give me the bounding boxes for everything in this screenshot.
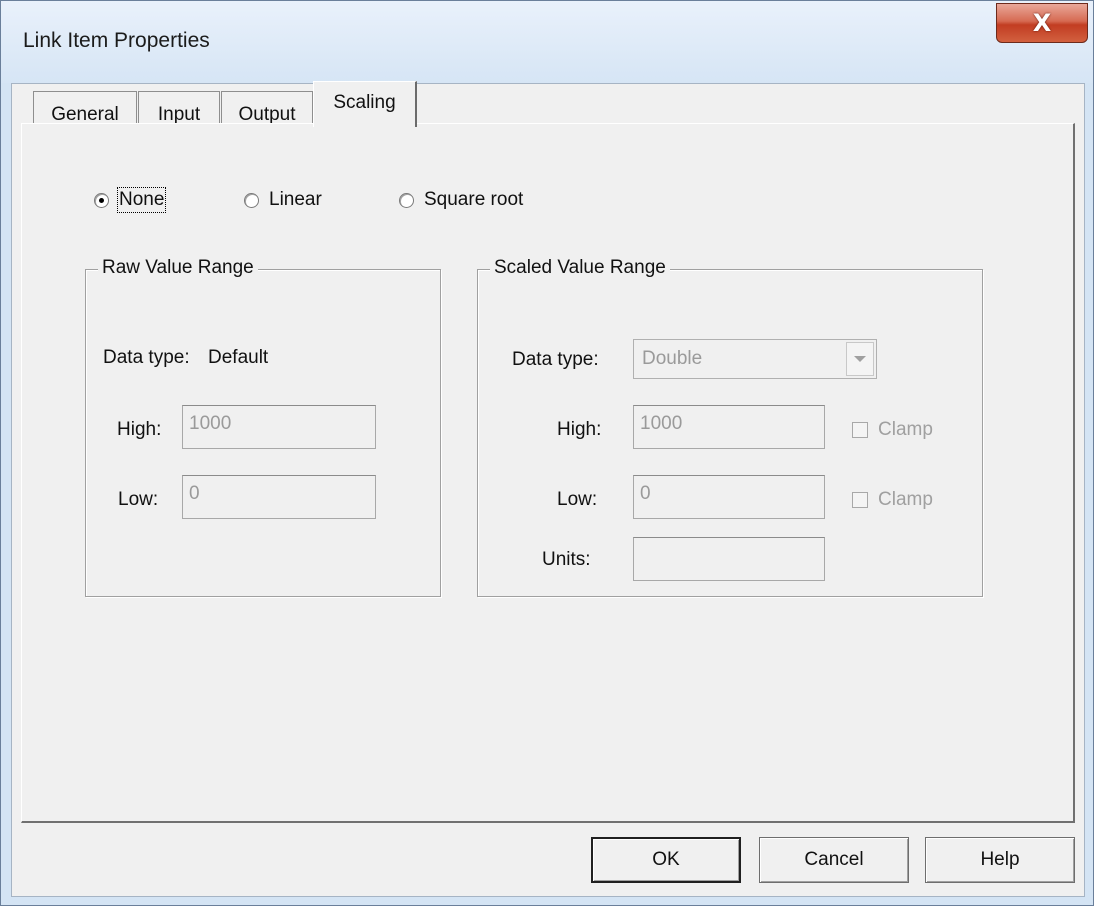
radio-linear[interactable]: Linear <box>244 189 322 211</box>
select-value: Double <box>642 348 703 369</box>
units-label: Units: <box>542 549 591 570</box>
ok-button[interactable]: OK <box>591 837 741 883</box>
chevron-down-icon[interactable] <box>846 342 874 376</box>
radio-selected-icon <box>94 192 109 208</box>
scaled-data-type-select[interactable]: Double <box>633 339 877 379</box>
scaled-low-label: Low: <box>557 489 598 510</box>
radio-label: None <box>116 187 167 213</box>
checkbox-label: Clamp <box>878 489 933 510</box>
scaled-high-label: High: <box>557 419 602 440</box>
radio-unselected-icon <box>399 192 414 208</box>
scaled-low-input[interactable]: 0 <box>633 475 825 519</box>
scaled-data-type-label: Data type: <box>512 349 599 370</box>
radio-label: Linear <box>269 189 322 210</box>
close-icon: X <box>1032 9 1052 37</box>
raw-high-input[interactable]: 1000 <box>182 405 376 449</box>
clamp-low-checkbox[interactable]: Clamp <box>852 489 933 511</box>
tab-scaling[interactable]: Scaling <box>313 81 417 127</box>
dialog-window: Link Item Properties X General Input Out… <box>0 0 1094 906</box>
tab-label: Input <box>157 104 201 125</box>
scaled-high-input[interactable]: 1000 <box>633 405 825 449</box>
group-title: Scaled Value Range <box>490 257 670 279</box>
radio-square-root[interactable]: Square root <box>399 189 523 211</box>
cancel-button[interactable]: Cancel <box>759 837 909 883</box>
help-button[interactable]: Help <box>925 837 1075 883</box>
raw-low-label: Low: <box>118 489 159 510</box>
raw-data-type-value: Default <box>208 347 269 368</box>
clamp-high-checkbox[interactable]: Clamp <box>852 419 933 441</box>
button-label: Cancel <box>804 849 864 870</box>
checkbox-label: Clamp <box>878 419 933 440</box>
raw-low-input[interactable]: 0 <box>182 475 376 519</box>
raw-high-label: High: <box>117 419 162 440</box>
checkbox-icon <box>852 492 868 508</box>
tab-label: Output <box>238 104 296 125</box>
window-title: Link Item Properties <box>23 29 210 52</box>
title-bar[interactable]: Link Item Properties X <box>1 1 1093 83</box>
tab-label: General <box>51 104 119 125</box>
radio-none[interactable]: None <box>94 187 167 213</box>
radio-label: Square root <box>424 189 524 210</box>
units-input[interactable] <box>633 537 825 581</box>
button-label: OK <box>652 849 680 870</box>
radio-unselected-icon <box>244 192 259 208</box>
group-title: Raw Value Range <box>98 257 258 279</box>
raw-data-type-label: Data type: <box>103 347 190 368</box>
checkbox-icon <box>852 422 868 438</box>
close-button[interactable]: X <box>996 3 1088 43</box>
tab-label: Scaling <box>333 92 396 113</box>
button-label: Help <box>980 849 1020 870</box>
